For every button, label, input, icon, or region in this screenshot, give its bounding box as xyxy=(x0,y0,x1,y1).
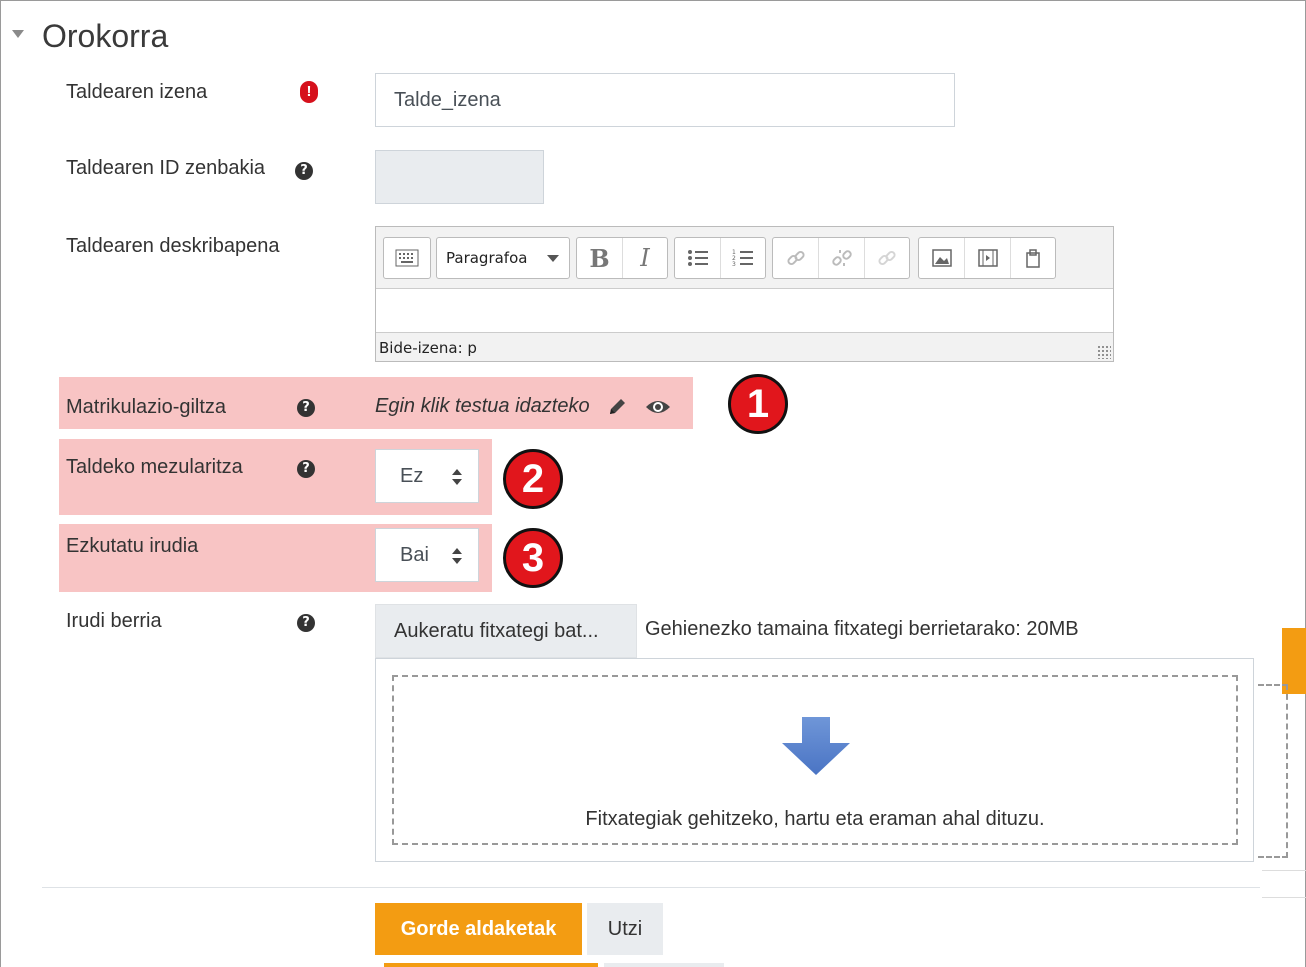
callout-badge-3: 3 xyxy=(503,528,563,588)
help-icon[interactable]: ? xyxy=(295,162,313,180)
hide-picture-label: Ezkutatu irudia xyxy=(66,535,199,557)
button-shadow xyxy=(604,963,724,967)
help-icon[interactable]: ? xyxy=(297,460,315,478)
partial-drop-zone xyxy=(1258,684,1288,858)
collapse-caret-icon[interactable] xyxy=(12,30,24,38)
hide-picture-value: Bai xyxy=(400,544,429,566)
hide-picture-select[interactable]: Bai xyxy=(375,528,479,582)
callout-badge-1: 1 xyxy=(728,374,788,434)
form-divider xyxy=(42,887,1260,888)
paragraph-select[interactable]: Paragrafoa xyxy=(436,237,570,279)
callout-badge-2: 2 xyxy=(503,449,563,509)
resize-grip-icon[interactable] xyxy=(1097,345,1111,359)
eye-icon[interactable] xyxy=(645,398,671,421)
media-group xyxy=(918,237,1056,279)
partial-divider xyxy=(1262,870,1306,898)
numbered-list-icon[interactable]: 123 xyxy=(721,238,765,278)
link-group xyxy=(772,237,910,279)
group-messaging-label: Taldeko mezularitza xyxy=(66,456,243,478)
download-arrow-icon xyxy=(780,717,852,782)
description-label: Taldearen deskribapena xyxy=(66,235,280,257)
max-size-note: Gehienezko tamaina fitxategi berrietarak… xyxy=(645,618,1079,640)
italic-icon[interactable]: I xyxy=(623,238,667,278)
select-arrows-icon xyxy=(452,548,462,564)
bold-icon[interactable]: B xyxy=(577,238,623,278)
bullet-list-icon[interactable] xyxy=(675,238,721,278)
description-textarea[interactable] xyxy=(376,288,1113,333)
format-group: B I xyxy=(576,237,668,279)
id-number-input[interactable] xyxy=(375,150,544,204)
group-messaging-value: Ez xyxy=(400,465,424,487)
link-icon[interactable] xyxy=(773,238,819,278)
drop-instructions: Fitxategiak gehitzeko, hartu eta eraman … xyxy=(585,808,1045,830)
image-icon[interactable] xyxy=(919,238,965,278)
description-editor[interactable]: Paragrafoa B I 123 Bide-izena: p xyxy=(375,226,1114,362)
save-button[interactable]: Gorde aldaketak xyxy=(375,903,582,955)
section-title[interactable]: Orokorra xyxy=(42,16,168,56)
editor-path: Bide-izena: p xyxy=(379,339,477,357)
new-picture-label: Irudi berria xyxy=(66,610,162,632)
link-disabled-icon xyxy=(865,238,909,278)
select-arrows-icon xyxy=(452,469,462,485)
enrolment-key-input[interactable]: Egin klik testua idazteko xyxy=(375,395,590,418)
choose-file-button[interactable]: Aukeratu fitxategi bat... xyxy=(375,604,637,658)
svg-text:3: 3 xyxy=(732,261,736,268)
enrolment-key-label: Matrikulazio-giltza xyxy=(66,396,227,418)
required-icon: ! xyxy=(300,81,318,103)
toolbar-toggle-group xyxy=(383,237,431,279)
name-input[interactable]: Talde_izena xyxy=(375,73,955,127)
name-label: Taldearen izena xyxy=(66,81,208,103)
list-group: 123 xyxy=(674,237,766,279)
cancel-button[interactable]: Utzi xyxy=(587,903,663,955)
button-shadow xyxy=(384,963,598,967)
id-number-label: Taldearen ID zenbakia xyxy=(66,157,266,179)
group-messaging-select[interactable]: Ez xyxy=(375,449,479,503)
unlink-icon[interactable] xyxy=(819,238,865,278)
pencil-icon[interactable] xyxy=(607,397,629,422)
paragraph-select-label: Paragrafoa xyxy=(446,249,528,267)
chevron-down-icon xyxy=(547,255,559,262)
manage-files-icon[interactable] xyxy=(1011,238,1055,278)
media-icon[interactable] xyxy=(965,238,1011,278)
help-icon[interactable]: ? xyxy=(297,399,315,417)
show-more-buttons-icon[interactable] xyxy=(384,238,430,278)
help-icon[interactable]: ? xyxy=(297,614,315,632)
